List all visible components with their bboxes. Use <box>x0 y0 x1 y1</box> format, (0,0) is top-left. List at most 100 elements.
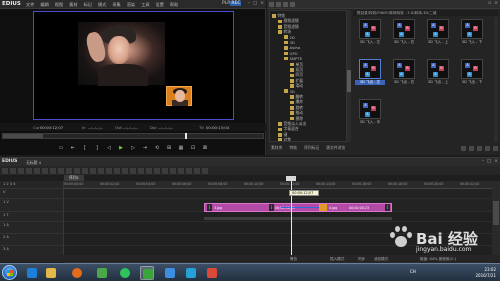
tree-node[interactable]: GPU <box>284 51 298 56</box>
timeline-tool-icon[interactable] <box>26 167 32 174</box>
search-icon[interactable] <box>276 1 281 7</box>
up-icon[interactable] <box>283 1 288 7</box>
menu-item[interactable]: 文件 <box>26 2 34 8</box>
tree-node[interactable]: SMPTE <box>284 56 302 61</box>
bin-action-icon[interactable] <box>493 145 498 151</box>
effect-item[interactable]: A B A 3D 飞出 - 上 <box>423 59 453 85</box>
tree-node[interactable]: 3D <box>284 40 295 45</box>
menu-item[interactable]: 视图 <box>55 2 63 8</box>
timeline-tool-icon[interactable] <box>202 167 208 174</box>
tree-scrollbar[interactable] <box>347 10 351 142</box>
video-clip[interactable]: [ 3.jpg [ 00;00;00;05 4.jpg 00;00;00;23 … <box>204 203 392 212</box>
menu-item[interactable]: 工具 <box>141 2 149 8</box>
timeline-tool-icon[interactable] <box>42 167 48 174</box>
timeline-tool-icon[interactable] <box>50 167 56 174</box>
pin-icon[interactable]: ▫ <box>488 1 491 6</box>
menu-item[interactable]: 编辑 <box>40 2 48 8</box>
transport-button[interactable]: ⊡ <box>189 144 197 152</box>
taskbar-360[interactable] <box>118 266 132 280</box>
time-ruler[interactable]: 00:00:00;00 00:00:02;00 00:00:04;00 00:00:0… <box>64 181 492 189</box>
timeline-tool-icon[interactable] <box>106 167 112 174</box>
timeline-tool-icon[interactable] <box>186 167 192 174</box>
timeline-tool-icon[interactable] <box>66 167 72 174</box>
timeline-tool-icon[interactable] <box>74 167 80 174</box>
track-header[interactable]: 1 2 3 4 <box>0 181 64 189</box>
maximize-icon[interactable]: □ <box>253 1 257 6</box>
minimize-icon[interactable]: – <box>482 159 484 164</box>
transport-button[interactable]: [ <box>81 144 89 152</box>
view-icon[interactable] <box>290 1 295 7</box>
menu-item[interactable]: 模式 <box>98 2 106 8</box>
track-header[interactable]: 1 V <box>0 199 64 212</box>
bin-tab[interactable]: 序列标记 <box>302 145 321 151</box>
taskbar-app[interactable] <box>205 266 219 280</box>
timeline-tool-icon[interactable] <box>90 167 96 174</box>
menu-item[interactable]: 渲染 <box>127 2 135 8</box>
taskbar-firefox[interactable] <box>70 266 84 280</box>
slider-handle[interactable] <box>185 133 187 139</box>
clock[interactable]: 23:02 2016/7/21 <box>475 267 496 278</box>
timeline-tool-icon[interactable] <box>98 167 104 174</box>
transition-block[interactable] <box>319 204 327 211</box>
timeline-tool-icon[interactable] <box>2 167 8 174</box>
track-header[interactable]: V <box>0 189 64 199</box>
effect-item[interactable]: A B A 3D 飞出 - 下 <box>457 59 487 85</box>
track-header[interactable]: 1 A <box>0 222 64 234</box>
taskbar-ie[interactable] <box>25 266 39 280</box>
maximize-icon[interactable]: □ <box>487 159 491 164</box>
transport-button[interactable]: ▷ <box>129 144 137 152</box>
menu-item[interactable]: 标记 <box>84 2 92 8</box>
timeline-tool-icon[interactable] <box>82 167 88 174</box>
effect-item[interactable]: A B A 3D 飞出 - 右 <box>389 59 419 85</box>
menu-item[interactable]: 设置 <box>156 2 164 8</box>
timeline-tool-icon[interactable] <box>122 167 128 174</box>
timeline-tool-icon[interactable] <box>138 167 144 174</box>
close-icon[interactable]: × <box>494 1 498 6</box>
track-header[interactable]: 1 T <box>0 212 64 222</box>
effect-item[interactable]: A B A 3D 飞入 - 左 <box>355 19 385 45</box>
effect-item[interactable]: A B A 3D 飞入 - 下 <box>457 19 487 45</box>
bin-action-icon[interactable] <box>461 145 466 151</box>
tree-node[interactable]: 3D <box>284 89 295 94</box>
plr-rec-toggle[interactable]: PLRREC <box>222 1 242 6</box>
timeline-tool-icon[interactable] <box>146 167 152 174</box>
folder-icon[interactable] <box>269 1 274 7</box>
timeline-tool-icon[interactable] <box>194 167 200 174</box>
track-header[interactable]: 2 A <box>0 234 64 246</box>
effect-item[interactable]: A B A 3D 飞入 - 右 <box>389 19 419 45</box>
tree-node[interactable]: Alpha <box>284 45 300 50</box>
timeline-tool-icon[interactable] <box>130 167 136 174</box>
timeline-tool-icon[interactable] <box>34 167 40 174</box>
play-button[interactable]: ▶ <box>117 144 125 152</box>
transport-button[interactable]: ⟲ <box>153 144 161 152</box>
close-icon[interactable]: × <box>494 159 498 164</box>
menu-item[interactable]: 采集 <box>112 2 120 8</box>
close-icon[interactable]: × <box>260 1 264 6</box>
transport-button[interactable]: ⇥ <box>141 144 149 152</box>
transport-button[interactable]: ▦ <box>177 144 185 152</box>
timeline-tool-icon[interactable] <box>170 167 176 174</box>
transport-button[interactable]: ⊞ <box>165 144 173 152</box>
bin-scrollbar[interactable] <box>494 17 498 142</box>
taskbar-media[interactable] <box>95 266 109 280</box>
transport-button[interactable]: ] <box>93 144 101 152</box>
position-slider[interactable] <box>2 133 264 139</box>
tree-node[interactable]: 对焦 <box>278 137 291 141</box>
bin-action-icon[interactable] <box>469 145 474 151</box>
menu-item[interactable]: 帮助 <box>170 2 178 8</box>
bin-tab[interactable]: 源文件浏览 <box>324 145 347 151</box>
taskbar-explorer[interactable] <box>44 266 58 280</box>
bin-tab[interactable]: 素材库 <box>269 145 284 151</box>
minimize-icon[interactable]: – <box>248 1 250 6</box>
timeline-tool-icon[interactable] <box>154 167 160 174</box>
transport-button[interactable]: ◁ <box>105 144 113 152</box>
tree-node[interactable]: 2D <box>284 35 295 40</box>
bin-action-icon[interactable] <box>477 145 482 151</box>
taskbar-app[interactable] <box>163 266 177 280</box>
effect-item[interactable]: A B A 3D 飞入 - 中 <box>355 99 385 125</box>
bin-tab[interactable]: 特效 <box>287 145 299 151</box>
transport-button[interactable]: ⊠ <box>201 144 209 152</box>
bin-action-icon[interactable] <box>485 145 490 151</box>
start-button[interactable] <box>2 265 17 280</box>
taskbar-edius[interactable] <box>140 266 154 280</box>
